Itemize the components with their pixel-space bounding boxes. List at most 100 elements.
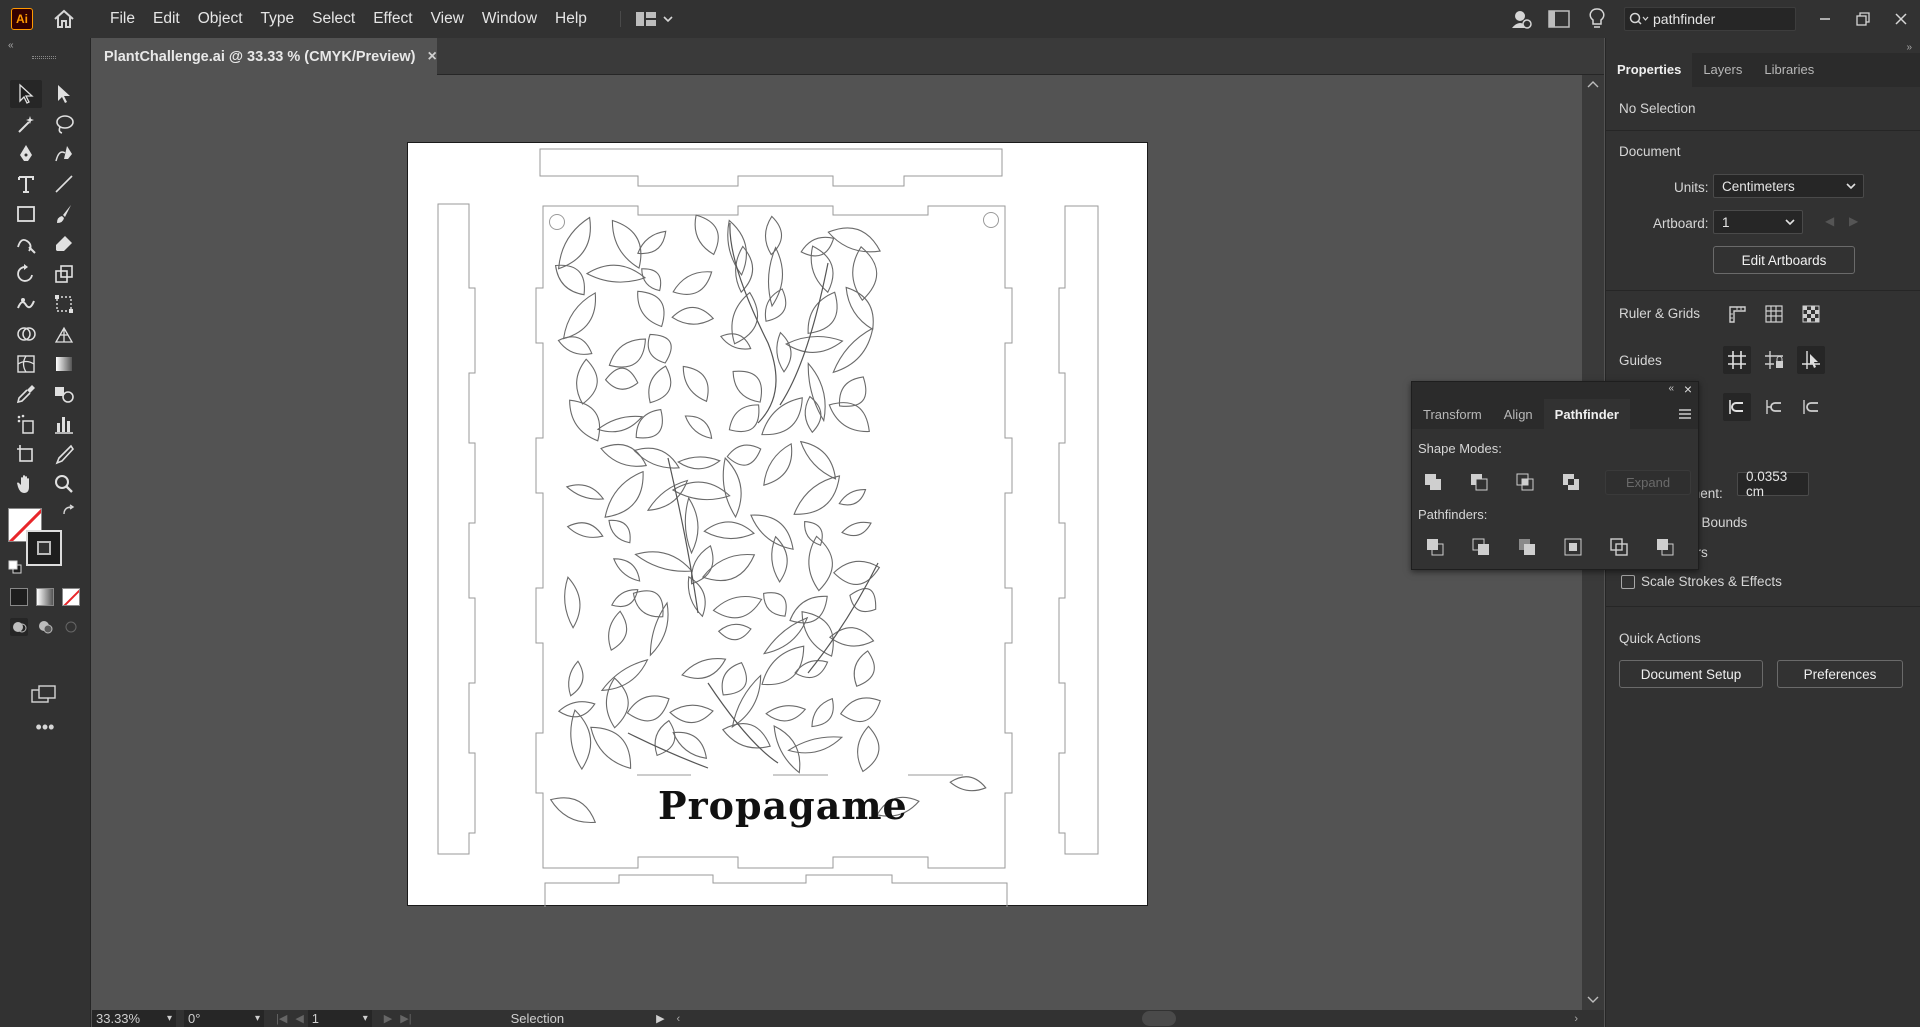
panel-menu-icon[interactable] bbox=[1678, 407, 1692, 419]
warp-tool-icon[interactable] bbox=[10, 290, 42, 318]
artboard-dropdown[interactable]: 1 bbox=[1713, 210, 1803, 234]
menu-file[interactable]: File bbox=[101, 0, 144, 38]
document-setup-button[interactable]: Document Setup bbox=[1619, 660, 1763, 688]
close-tab-icon[interactable]: × bbox=[428, 48, 437, 66]
units-dropdown[interactable]: Centimeters bbox=[1713, 174, 1864, 198]
default-fill-stroke-icon[interactable] bbox=[8, 560, 22, 574]
hand-tool-icon[interactable] bbox=[10, 470, 42, 498]
edit-toolbar-icon[interactable]: ••• bbox=[32, 718, 58, 736]
pen-tool-icon[interactable] bbox=[10, 140, 42, 168]
screen-mode-icon[interactable] bbox=[30, 684, 58, 706]
edit-artboards-button[interactable]: Edit Artboards bbox=[1713, 246, 1855, 274]
workspace-switcher[interactable] bbox=[619, 11, 673, 27]
symbol-sprayer-tool-icon[interactable] bbox=[10, 410, 42, 438]
tab-libraries[interactable]: Libraries bbox=[1753, 53, 1825, 87]
horizontal-scrollbar-thumb[interactable] bbox=[1142, 1011, 1176, 1026]
status-menu-icon[interactable]: ▶ bbox=[656, 1012, 664, 1025]
tab-properties[interactable]: Properties bbox=[1606, 53, 1693, 87]
menu-type[interactable]: Type bbox=[252, 0, 304, 38]
restore-button[interactable] bbox=[1844, 0, 1882, 38]
gradient-tool-icon[interactable] bbox=[48, 350, 80, 378]
gradient-mode-icon[interactable] bbox=[36, 588, 54, 606]
first-artboard-icon[interactable]: |◀ bbox=[276, 1012, 287, 1025]
canvas[interactable]: Propagame bbox=[92, 75, 1582, 1010]
zoom-level-field[interactable]: 33.33% ▾ bbox=[92, 1010, 176, 1027]
divide-icon[interactable] bbox=[1422, 534, 1448, 560]
collapse-toolbar-icon[interactable]: « bbox=[8, 40, 14, 51]
grid-icon[interactable] bbox=[1760, 300, 1788, 328]
tab-layers[interactable]: Layers bbox=[1692, 53, 1753, 87]
eraser-tool-icon[interactable] bbox=[48, 230, 80, 258]
lightbulb-icon[interactable] bbox=[1582, 4, 1612, 34]
exclude-icon[interactable] bbox=[1558, 469, 1584, 495]
menu-select[interactable]: Select bbox=[303, 0, 364, 38]
panel-header[interactable]: « × bbox=[1412, 381, 1698, 399]
rotation-field[interactable]: 0° ▾ bbox=[184, 1010, 264, 1027]
crop-icon[interactable] bbox=[1560, 534, 1586, 560]
unite-icon[interactable] bbox=[1420, 469, 1446, 495]
none-mode-icon[interactable] bbox=[62, 588, 80, 606]
intersect-icon[interactable] bbox=[1512, 469, 1538, 495]
free-transform-tool-icon[interactable] bbox=[48, 290, 80, 318]
merge-icon[interactable] bbox=[1514, 534, 1540, 560]
arrange-documents-icon[interactable] bbox=[1544, 4, 1574, 34]
next-artboard-icon[interactable]: ▶ bbox=[384, 1012, 392, 1025]
menu-window[interactable]: Window bbox=[473, 0, 546, 38]
share-user-icon[interactable] bbox=[1506, 4, 1536, 34]
menu-help[interactable]: Help bbox=[546, 0, 596, 38]
ruler-icon[interactable] bbox=[1723, 300, 1751, 328]
line-segment-tool-icon[interactable] bbox=[48, 170, 80, 198]
scroll-right-icon[interactable]: › bbox=[1574, 1013, 1578, 1025]
collapse-panel-icon[interactable]: » bbox=[1906, 42, 1912, 53]
type-tool-icon[interactable] bbox=[10, 170, 42, 198]
column-graph-tool-icon[interactable] bbox=[48, 410, 80, 438]
lasso-tool-icon[interactable] bbox=[48, 110, 80, 138]
menu-object[interactable]: Object bbox=[189, 0, 252, 38]
paintbrush-tool-icon[interactable] bbox=[48, 200, 80, 228]
slice-tool-icon[interactable] bbox=[48, 440, 80, 468]
previous-artboard-icon[interactable]: ◀ bbox=[295, 1012, 303, 1025]
document-tab[interactable]: PlantChallenge.ai @ 33.33 % (CMYK/Previe… bbox=[92, 38, 437, 75]
snap-to-glyph-icon[interactable] bbox=[1797, 393, 1825, 421]
last-artboard-icon[interactable]: ▶| bbox=[400, 1012, 411, 1025]
snap-to-point-icon[interactable] bbox=[1760, 393, 1788, 421]
mesh-tool-icon[interactable] bbox=[10, 350, 42, 378]
close-panel-icon[interactable]: × bbox=[1684, 381, 1692, 397]
draw-behind-icon[interactable] bbox=[36, 618, 54, 636]
minus-front-icon[interactable] bbox=[1466, 469, 1492, 495]
menu-edit[interactable]: Edit bbox=[144, 0, 189, 38]
toolbar-grip[interactable] bbox=[32, 56, 56, 59]
tab-transform[interactable]: Transform bbox=[1412, 399, 1493, 429]
menu-view[interactable]: View bbox=[422, 0, 473, 38]
artboard-navigation-field[interactable]: 1 ▾ bbox=[307, 1010, 372, 1027]
rectangle-tool-icon[interactable] bbox=[10, 200, 42, 228]
direct-selection-tool-icon[interactable] bbox=[48, 80, 80, 108]
color-mode-icon[interactable] bbox=[10, 588, 28, 606]
tab-pathfinder[interactable]: Pathfinder bbox=[1543, 399, 1630, 429]
artboard-tool-icon[interactable] bbox=[10, 440, 42, 468]
swap-fill-stroke-icon[interactable] bbox=[62, 504, 76, 518]
search-field[interactable] bbox=[1624, 7, 1796, 31]
minimize-button[interactable] bbox=[1806, 0, 1844, 38]
eyedropper-tool-icon[interactable] bbox=[10, 380, 42, 408]
preferences-button[interactable]: Preferences bbox=[1777, 660, 1903, 688]
trim-icon[interactable] bbox=[1468, 534, 1494, 560]
home-icon[interactable] bbox=[51, 6, 77, 32]
outline-icon[interactable] bbox=[1606, 534, 1632, 560]
collapse-panel-icon[interactable]: « bbox=[1668, 383, 1674, 394]
stroke-swatch[interactable] bbox=[26, 530, 62, 566]
shape-builder-tool-icon[interactable] bbox=[10, 320, 42, 348]
magic-wand-tool-icon[interactable] bbox=[10, 110, 42, 138]
rotate-tool-icon[interactable] bbox=[10, 260, 42, 288]
transparency-grid-icon[interactable] bbox=[1797, 300, 1825, 328]
scroll-left-icon[interactable]: ‹ bbox=[677, 1013, 681, 1025]
search-input[interactable] bbox=[1653, 11, 1783, 27]
artboard[interactable]: Propagame bbox=[407, 142, 1148, 907]
draw-normal-icon[interactable] bbox=[10, 618, 28, 636]
close-window-button[interactable] bbox=[1882, 0, 1920, 38]
menu-effect[interactable]: Effect bbox=[364, 0, 421, 38]
selection-tool-icon[interactable] bbox=[10, 80, 42, 108]
smart-guides-icon[interactable] bbox=[1797, 346, 1825, 374]
zoom-tool-icon[interactable] bbox=[48, 470, 80, 498]
perspective-grid-tool-icon[interactable] bbox=[48, 320, 80, 348]
